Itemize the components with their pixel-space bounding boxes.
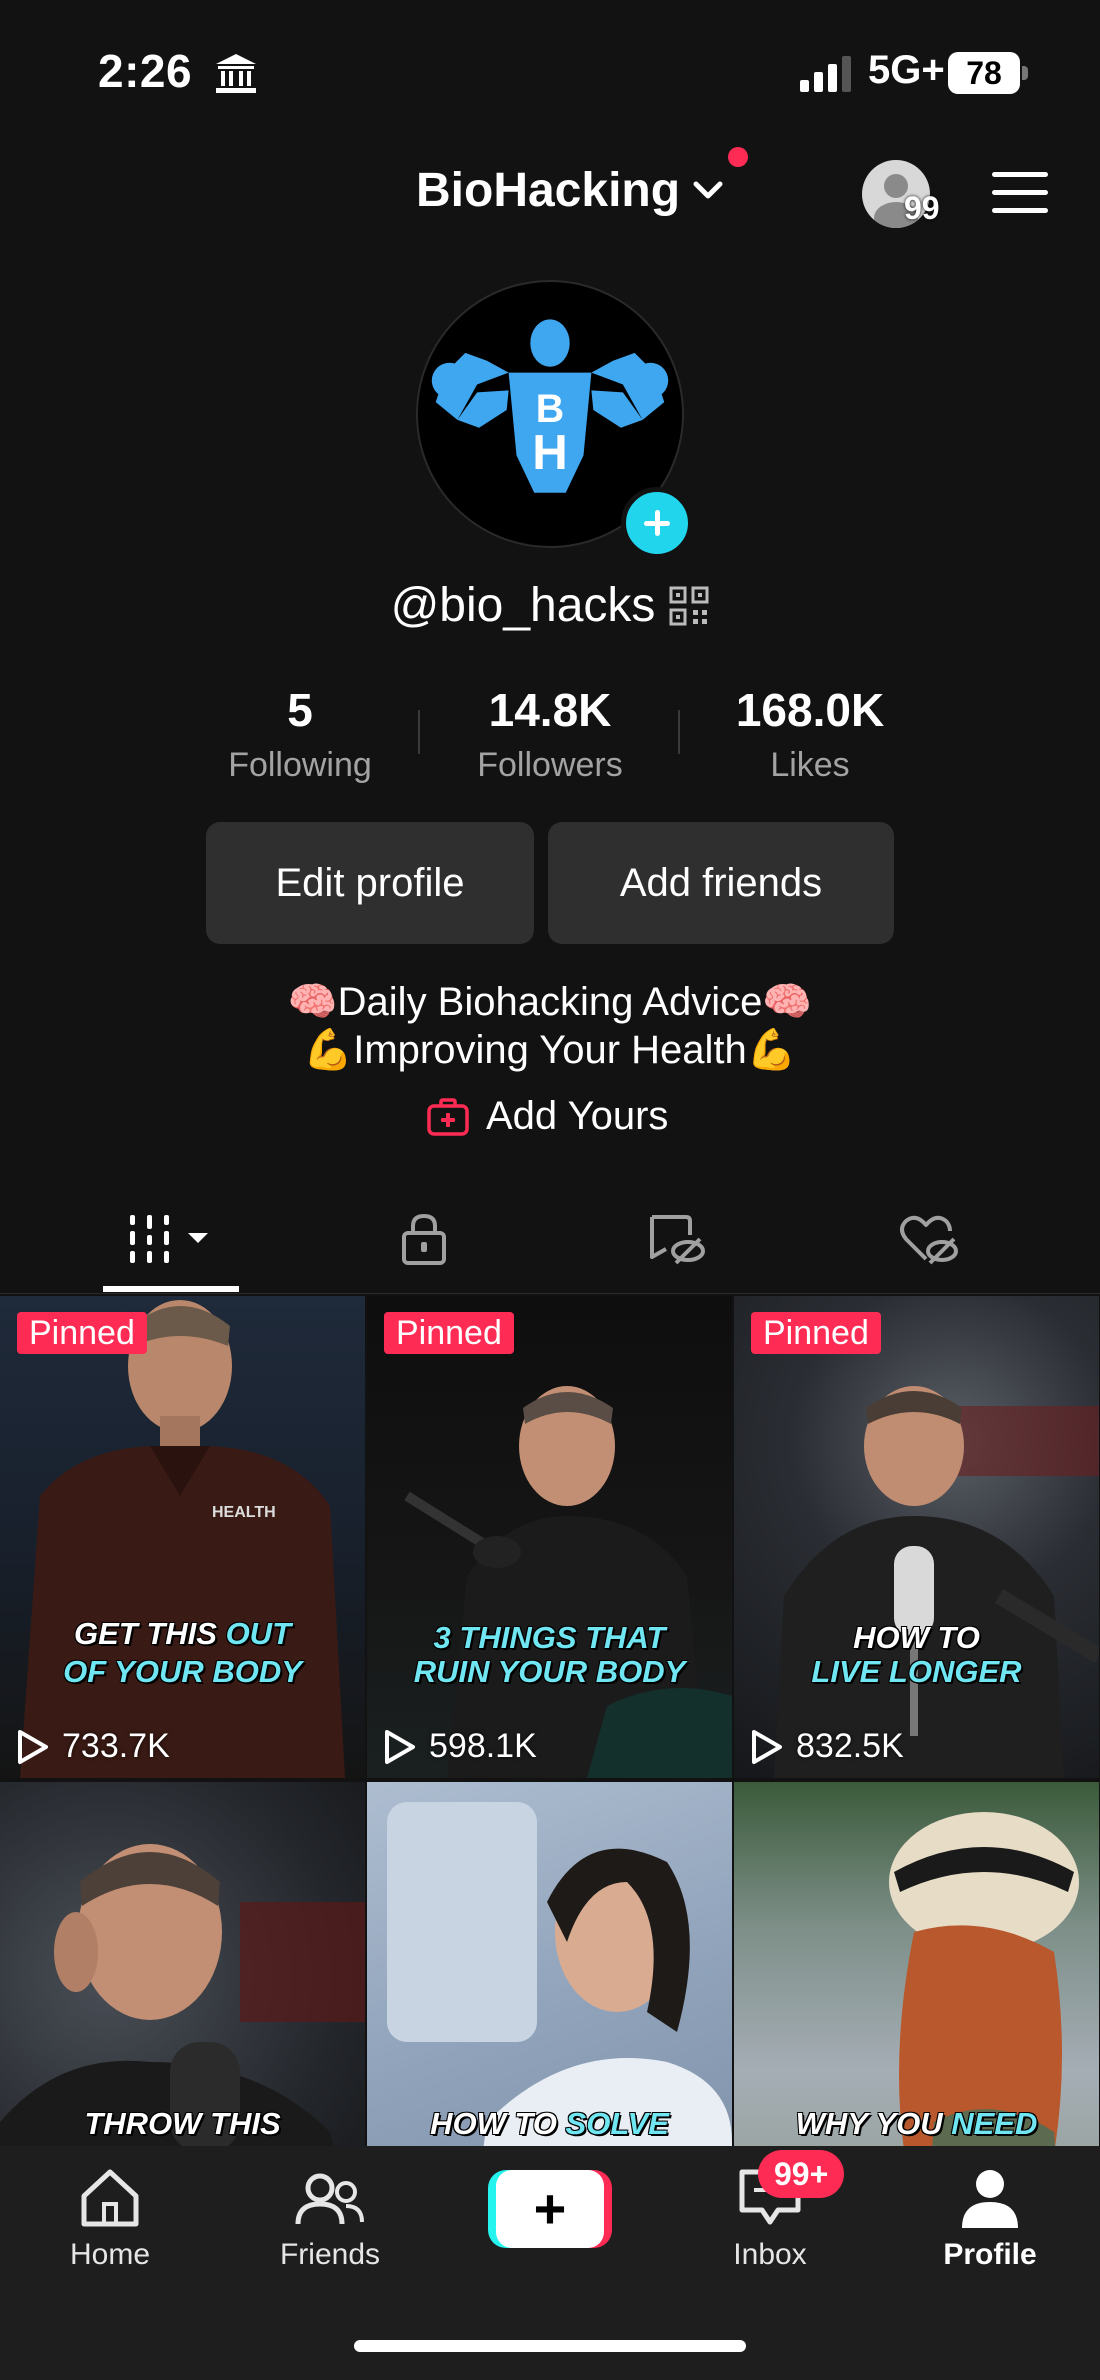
- videos-grid-icon: [130, 1215, 208, 1263]
- view-count: 598.1K: [383, 1727, 537, 1766]
- battery-level: 78: [948, 52, 1020, 94]
- video-caption: HOW TO SOLVE: [430, 2106, 669, 2141]
- thumbnail-person-image: [889, 1812, 1079, 2146]
- nav-inbox-label: Inbox: [733, 2238, 807, 2271]
- qr-code-icon[interactable]: [669, 586, 709, 626]
- likes-label: Likes: [770, 746, 850, 784]
- content-tabs: [0, 1186, 1100, 1294]
- username: @bio_hacks: [390, 579, 656, 632]
- pinned-badge: Pinned: [751, 1312, 881, 1354]
- bio-line-2-text: Improving Your Health: [353, 1028, 747, 1072]
- view-count: 733.7K: [16, 1727, 170, 1766]
- hidden-repost-icon: [650, 1215, 705, 1265]
- profile-stats: 5 Following 14.8K Followers 168.0K Likes: [190, 680, 910, 790]
- nav-home[interactable]: Home: [30, 2162, 190, 2272]
- bio-line-1-text: Daily Biohacking Advice: [337, 980, 763, 1024]
- home-icon: [81, 2169, 139, 2227]
- add-friends-button[interactable]: Add friends: [548, 822, 894, 944]
- play-icon: [752, 1729, 782, 1764]
- following-label: Following: [228, 746, 372, 784]
- username-row: @bio_hacks: [0, 578, 1100, 633]
- status-time: 2:26: [98, 45, 193, 97]
- avatar-letter-h: H: [532, 425, 568, 480]
- create-video-button[interactable]: +: [488, 2170, 612, 2248]
- play-icon: [18, 1729, 48, 1764]
- pinned-badge: Pinned: [17, 1312, 147, 1354]
- video-caption: THROW THIS: [84, 2106, 281, 2141]
- video-thumbnail[interactable]: Pinned HOW TO LIVE LONGER 832.5K: [734, 1296, 1099, 1778]
- view-count: 832.5K: [750, 1727, 904, 1766]
- friends-icon: [295, 2173, 364, 2225]
- stat-divider: [678, 710, 680, 754]
- followers-label: Followers: [477, 746, 623, 784]
- lock-icon: [402, 1213, 446, 1265]
- shirt-logo-text: HEALTH: [212, 1504, 276, 1521]
- profile-visitors-button[interactable]: 99: [862, 160, 952, 230]
- likes-count: 168.0K: [735, 684, 885, 736]
- nav-profile-label: Profile: [943, 2238, 1037, 2271]
- thumbnail-person-image: [404, 1386, 732, 1778]
- video-thumbnail[interactable]: THROW THIS: [0, 1782, 365, 2146]
- thumbnail-person-image: [20, 1300, 345, 1778]
- video-caption: WHY YOU NEED: [795, 2106, 1038, 2141]
- video-caption: RUIN YOUR BODY: [413, 1654, 686, 1689]
- add-avatar-plus-icon[interactable]: [621, 487, 693, 559]
- battery-icon: 78: [948, 52, 1028, 94]
- visitors-count: 99: [904, 190, 940, 226]
- tab-videos[interactable]: [112, 1204, 232, 1274]
- brain-emoji: 🧠: [287, 979, 338, 1025]
- video-thumbnail[interactable]: WHY YOU NEED: [734, 1782, 1099, 2146]
- add-yours-button[interactable]: Add Yours: [426, 1094, 668, 1139]
- nav-friends[interactable]: Friends: [250, 2162, 410, 2272]
- video-thumbnail[interactable]: HEALTH Pinned GET THIS OUT OF YOUR BODY …: [0, 1296, 365, 1778]
- nav-profile[interactable]: Profile: [910, 2162, 1070, 2272]
- tab-liked[interactable]: [868, 1204, 988, 1274]
- bio-line-1: 🧠Daily Biohacking Advice🧠: [0, 978, 1100, 1025]
- nav-friends-label: Friends: [279, 2238, 381, 2271]
- bio-line-2: 💪Improving Your Health💪: [0, 1026, 1100, 1073]
- following-count: 5: [287, 684, 313, 736]
- chevron-down-icon: [693, 181, 723, 199]
- add-yours-icon: [427, 1097, 469, 1136]
- video-thumbnail[interactable]: Pinned 3 THINGS THAT RUIN YOUR BODY 598.…: [367, 1296, 732, 1778]
- add-yours-label: Add Yours: [486, 1094, 669, 1138]
- active-tab-indicator: [103, 1286, 239, 1292]
- network-type: 5G+: [868, 48, 945, 92]
- play-icon: [385, 1729, 415, 1764]
- tab-private[interactable]: [364, 1204, 484, 1274]
- video-caption: OF YOUR BODY: [63, 1654, 302, 1689]
- notification-dot: [728, 147, 748, 167]
- video-caption: LIVE LONGER: [811, 1654, 1022, 1689]
- bank-icon: [216, 54, 256, 93]
- home-indicator[interactable]: [354, 2340, 746, 2352]
- thumbnail-person-image: [387, 1802, 732, 2146]
- following-stat[interactable]: 5 Following: [190, 680, 410, 790]
- brain-emoji: 🧠: [762, 979, 813, 1025]
- followers-stat[interactable]: 14.8K Followers: [440, 680, 660, 790]
- flexed-biceps-emoji: 💪: [746, 1027, 797, 1073]
- thumbnail-person-image: [774, 1386, 1099, 1778]
- video-caption: GET THIS OUT: [73, 1616, 291, 1651]
- flexed-biceps-emoji: 💪: [303, 1027, 354, 1073]
- tab-reposts[interactable]: [616, 1204, 736, 1274]
- nav-home-label: Home: [69, 2238, 151, 2271]
- inbox-badge: 99+: [758, 2150, 845, 2198]
- status-bar: 2:26 5G+ 78: [0, 0, 1100, 140]
- followers-count: 14.8K: [488, 684, 612, 736]
- thumbnail-person-image: [0, 1844, 365, 2146]
- edit-profile-button[interactable]: Edit profile: [206, 822, 534, 944]
- video-thumbnail[interactable]: HOW TO SOLVE: [367, 1782, 732, 2146]
- pinned-badge: Pinned: [384, 1312, 514, 1354]
- profile-person-icon: [962, 2170, 1018, 2228]
- account-switcher[interactable]: BioHacking: [416, 160, 726, 220]
- hamburger-menu-icon[interactable]: [992, 170, 1048, 216]
- stat-divider: [418, 710, 420, 754]
- video-grid: HEALTH Pinned GET THIS OUT OF YOUR BODY …: [0, 1296, 1100, 2146]
- plus-icon: +: [533, 2177, 567, 2240]
- hidden-likes-icon: [900, 1215, 958, 1265]
- account-name: BioHacking: [416, 163, 681, 217]
- signal-icon: [800, 56, 851, 92]
- likes-stat[interactable]: 168.0K Likes: [700, 680, 920, 790]
